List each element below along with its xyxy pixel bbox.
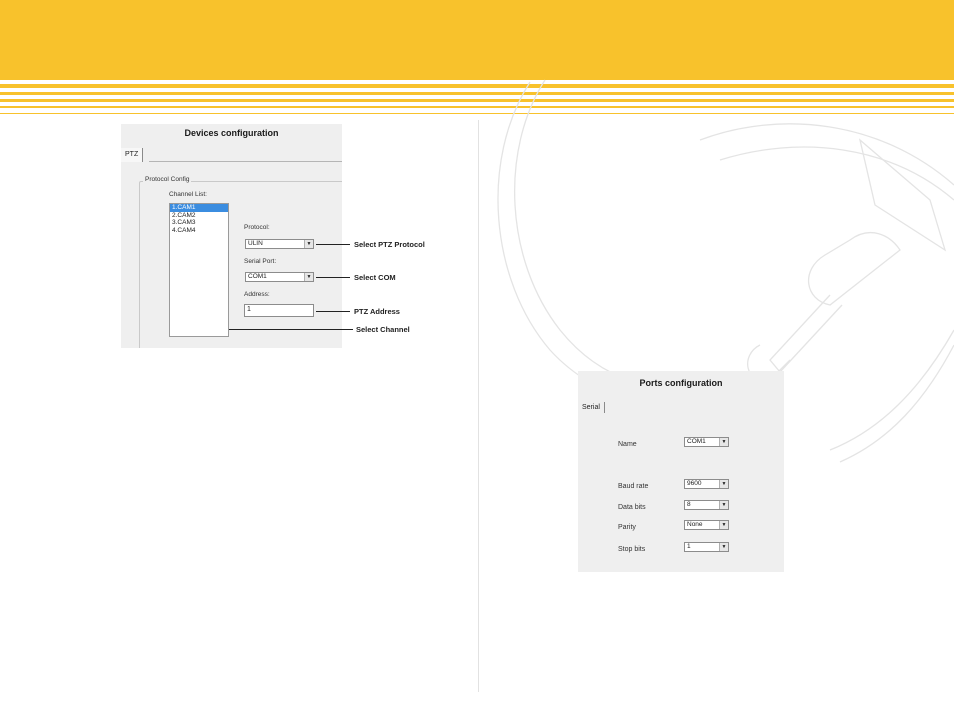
stop-bits-select[interactable]: 1 ▼: [684, 542, 729, 552]
channel-list-label: Channel List:: [169, 191, 207, 198]
name-label: Name: [618, 441, 637, 448]
channel-list[interactable]: 1.CAM1 2.CAM2 3.CAM3 4.CAM4: [169, 203, 229, 337]
data-bits-label: Data bits: [618, 504, 646, 511]
callout-line: [316, 311, 350, 312]
stop-bits-value: 1: [687, 543, 691, 550]
callout-protocol: Select PTZ Protocol: [354, 240, 425, 249]
cable-watermark: [497, 79, 954, 463]
tab-ptz[interactable]: PTZ: [121, 148, 144, 162]
chevron-down-icon[interactable]: ▼: [304, 240, 313, 248]
chevron-down-icon[interactable]: ▼: [719, 501, 728, 509]
channel-item[interactable]: 2.CAM2: [170, 212, 228, 220]
callout-com: Select COM: [354, 273, 396, 282]
baud-rate-label: Baud rate: [618, 483, 649, 490]
parity-label: Parity: [618, 524, 636, 531]
address-label: Address:: [244, 291, 270, 298]
column-divider: [478, 120, 479, 692]
channel-item[interactable]: 4.CAM4: [170, 227, 228, 235]
parity-value: None: [687, 521, 703, 528]
tab-bar-line: [149, 161, 342, 162]
ports-config-title: Ports configuration: [639, 378, 723, 388]
serial-port-select[interactable]: COM1 ▼: [245, 272, 314, 282]
ports-config-panel: Ports configuration Serial Name COM1 ▼ B…: [578, 371, 784, 572]
serial-port-value: COM1: [248, 273, 267, 280]
port-name-value: COM1: [687, 438, 706, 445]
callout-line: [316, 277, 350, 278]
data-bits-value: 8: [687, 501, 691, 508]
protocol-config-label: Protocol Config: [143, 176, 192, 183]
chevron-down-icon[interactable]: ▼: [719, 438, 728, 446]
chevron-down-icon[interactable]: ▼: [719, 480, 728, 488]
callout-address: PTZ Address: [354, 307, 400, 316]
channel-item[interactable]: 1.CAM1: [170, 204, 228, 212]
devices-config-panel: Devices configuration PTZ Protocol Confi…: [121, 124, 342, 348]
data-bits-select[interactable]: 8 ▼: [684, 500, 729, 510]
protocol-select[interactable]: ULIN ▼: [245, 239, 314, 249]
callout-line: [229, 329, 353, 330]
stop-bits-label: Stop bits: [618, 546, 646, 553]
serial-port-label: Serial Port:: [244, 258, 277, 265]
chevron-down-icon[interactable]: ▼: [719, 521, 728, 529]
port-name-select[interactable]: COM1 ▼: [684, 437, 729, 447]
baud-rate-value: 9600: [687, 480, 702, 487]
protocol-label: Protocol:: [244, 224, 270, 231]
parity-select[interactable]: None ▼: [684, 520, 729, 530]
address-input[interactable]: 1: [244, 304, 314, 317]
callout-channel: Select Channel: [356, 325, 410, 334]
channel-item[interactable]: 3.CAM3: [170, 219, 228, 227]
tab-serial[interactable]: Serial: [582, 402, 605, 413]
address-value: 1: [247, 306, 251, 313]
devices-config-title: Devices configuration: [184, 128, 279, 138]
protocol-value: ULIN: [248, 240, 263, 247]
chevron-down-icon[interactable]: ▼: [719, 543, 728, 551]
baud-rate-select[interactable]: 9600 ▼: [684, 479, 729, 489]
chevron-down-icon[interactable]: ▼: [304, 273, 313, 281]
callout-line: [316, 244, 350, 245]
